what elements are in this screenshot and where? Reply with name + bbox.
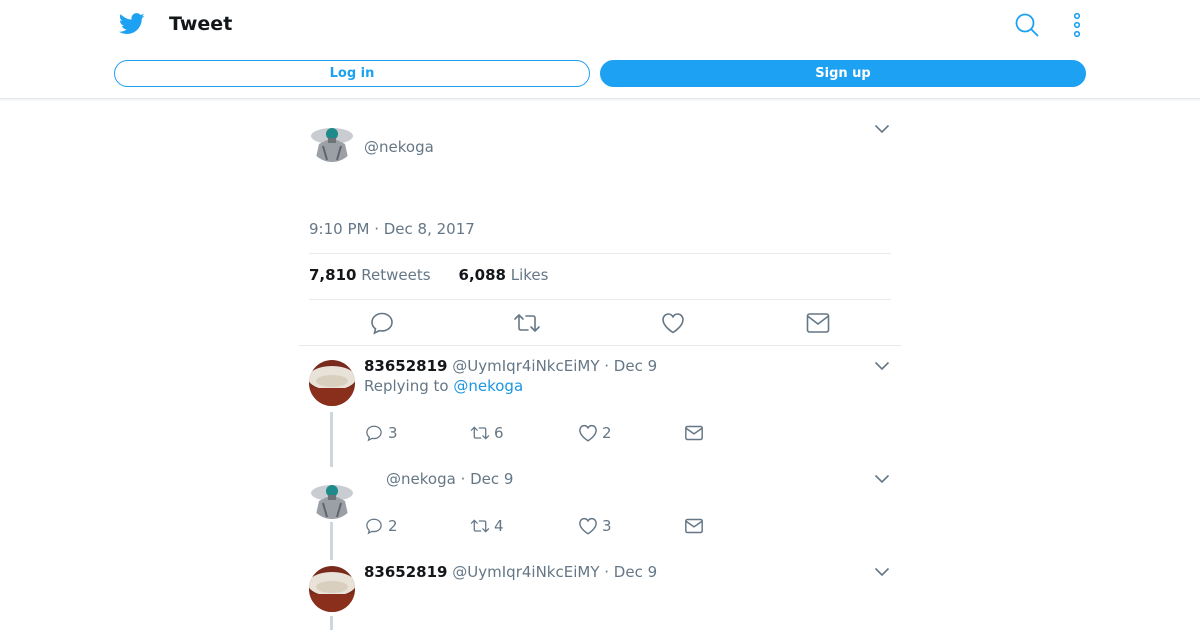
login-button[interactable]: Log in xyxy=(114,60,590,87)
tweet-author-handle[interactable]: @nekoga xyxy=(364,138,434,156)
chevron-down-icon[interactable] xyxy=(874,361,890,371)
tweet-timestamp[interactable]: 9:10 PM · Dec 8, 2017 xyxy=(309,220,475,238)
likes-stat[interactable]: 6,088 Likes xyxy=(459,266,549,284)
replying-to-link[interactable]: @nekoga xyxy=(453,377,523,395)
thread-line xyxy=(330,412,333,467)
more-vertical-icon[interactable] xyxy=(1068,12,1086,38)
divider xyxy=(299,345,901,346)
reply-author-name[interactable]: 83652819 xyxy=(364,563,448,581)
reply-author-name[interactable]: 83652819 xyxy=(364,357,448,375)
direct-message-icon xyxy=(685,425,703,441)
thread-line xyxy=(330,522,333,560)
reply-action[interactable]: 2 xyxy=(364,517,398,535)
reply-action[interactable]: 3 xyxy=(364,424,398,442)
search-icon[interactable] xyxy=(1015,13,1039,37)
reply-header: @nekoga · Dec 9 xyxy=(386,470,513,488)
retweet-action[interactable]: 6 xyxy=(470,424,504,442)
signup-button[interactable]: Sign up xyxy=(600,60,1086,87)
avatar[interactable] xyxy=(309,473,355,519)
direct-message-icon xyxy=(685,518,703,534)
direct-message-icon[interactable] xyxy=(806,312,830,334)
retweet-icon xyxy=(470,426,490,440)
reply-date[interactable]: · Dec 9 xyxy=(461,470,514,488)
like-icon xyxy=(579,424,597,442)
reply-header: 83652819 @UymIqr4iNkcEiMY · Dec 9 xyxy=(364,563,657,581)
reply-author-handle[interactable]: @UymIqr4iNkcEiMY xyxy=(452,357,599,375)
divider xyxy=(309,253,891,254)
divider xyxy=(309,299,891,300)
reply-author-handle[interactable]: @nekoga xyxy=(386,470,456,488)
reply-date[interactable]: · Dec 9 xyxy=(604,357,657,375)
retweet-icon xyxy=(470,519,490,533)
top-bar: Tweet Log in Sign up xyxy=(0,0,1200,99)
replying-to: Replying to @nekoga xyxy=(364,377,524,395)
avatar[interactable] xyxy=(309,360,355,406)
reply-icon xyxy=(366,425,382,442)
avatar[interactable] xyxy=(309,116,355,162)
direct-message-action[interactable] xyxy=(684,424,708,442)
avatar[interactable] xyxy=(309,566,355,612)
tweet-stats: 7,810 Retweets 6,088 Likes xyxy=(309,266,548,284)
twitter-bird-icon[interactable] xyxy=(119,12,145,36)
like-action[interactable]: 2 xyxy=(578,424,612,442)
thread-line xyxy=(330,616,333,630)
reply-header: 83652819 @UymIqr4iNkcEiMY · Dec 9 xyxy=(364,357,657,375)
chevron-down-icon[interactable] xyxy=(874,474,890,484)
direct-message-action[interactable] xyxy=(684,517,708,535)
reply-icon xyxy=(366,518,382,535)
reply-date[interactable]: · Dec 9 xyxy=(604,563,657,581)
retweets-stat[interactable]: 7,810 Retweets xyxy=(309,266,431,284)
chevron-down-icon[interactable] xyxy=(874,124,890,134)
retweet-action[interactable]: 4 xyxy=(470,517,504,535)
retweet-icon[interactable] xyxy=(513,311,541,335)
like-icon xyxy=(579,517,597,535)
page-title: Tweet xyxy=(169,13,233,35)
reply-icon[interactable] xyxy=(370,311,394,335)
chevron-down-icon[interactable] xyxy=(874,567,890,577)
like-action[interactable]: 3 xyxy=(578,517,612,535)
reply-author-handle[interactable]: @UymIqr4iNkcEiMY xyxy=(452,563,599,581)
like-icon[interactable] xyxy=(661,312,685,334)
